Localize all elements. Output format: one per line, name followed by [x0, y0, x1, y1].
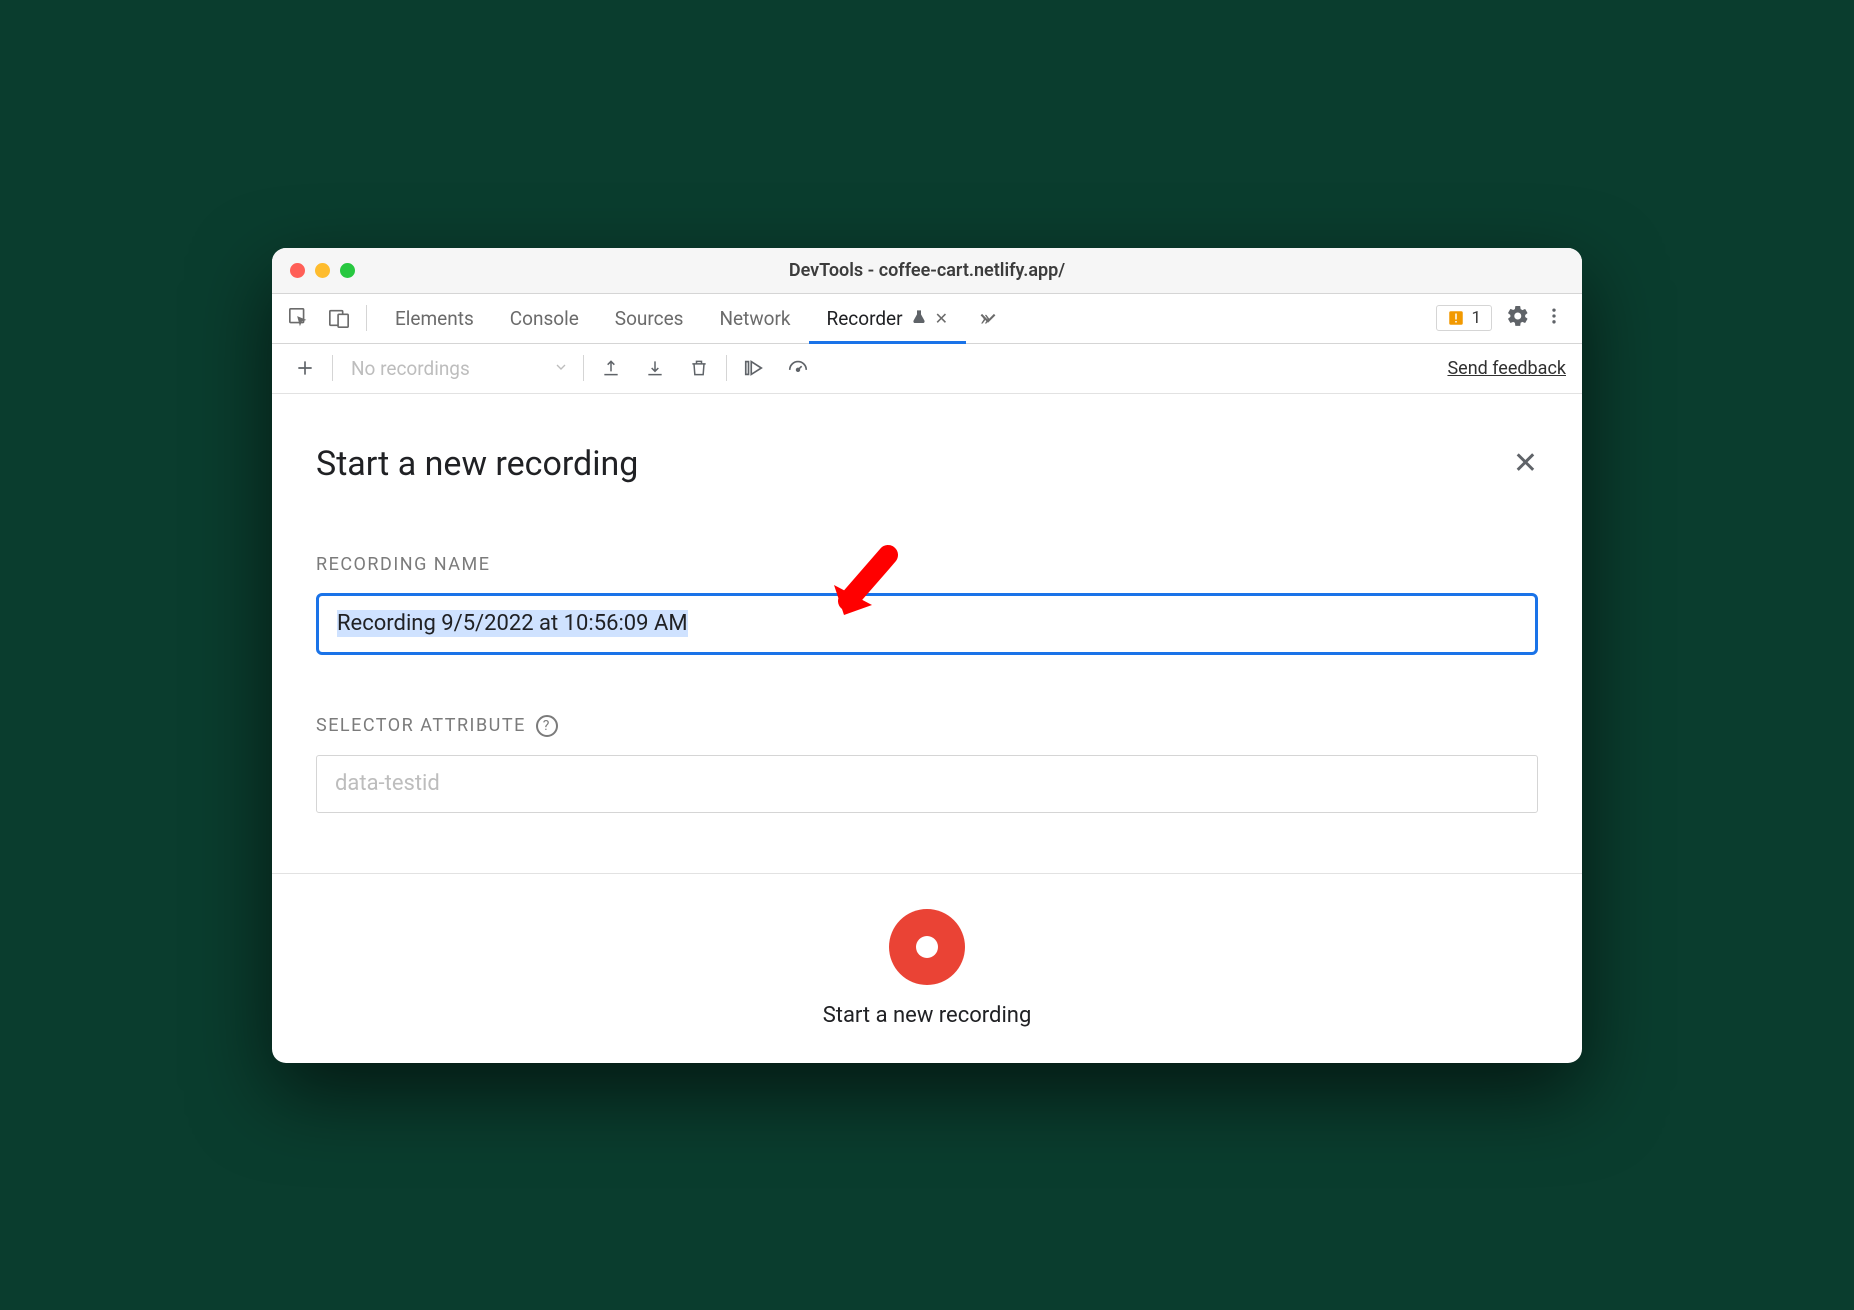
- replay-speed-icon[interactable]: [781, 351, 815, 385]
- minimize-window-button[interactable]: [315, 263, 330, 278]
- chevron-down-icon: [553, 357, 569, 380]
- import-icon[interactable]: [638, 351, 672, 385]
- recording-name-label: RECORDING NAME: [316, 554, 1538, 575]
- recordings-dropdown[interactable]: No recordings: [343, 357, 573, 380]
- tab-console[interactable]: Console: [492, 294, 597, 343]
- tab-elements[interactable]: Elements: [377, 294, 492, 343]
- add-recording-icon[interactable]: [288, 351, 322, 385]
- delete-icon[interactable]: [682, 351, 716, 385]
- divider: [726, 355, 727, 381]
- close-panel-icon[interactable]: ✕: [1513, 446, 1538, 481]
- close-window-button[interactable]: [290, 263, 305, 278]
- device-toolbar-icon[interactable]: [322, 301, 356, 335]
- start-recording-button[interactable]: [889, 909, 965, 985]
- help-icon[interactable]: ?: [536, 715, 558, 737]
- replay-icon[interactable]: [737, 351, 771, 385]
- tab-network[interactable]: Network: [701, 294, 808, 343]
- kebab-menu-icon[interactable]: [1544, 306, 1564, 330]
- tabs-overflow-icon[interactable]: »: [966, 294, 1002, 343]
- tab-recorder-label: Recorder: [827, 307, 903, 330]
- page-title: Start a new recording: [316, 444, 638, 484]
- recording-name-field: RECORDING NAME Recording 9/5/2022 at 10:…: [316, 554, 1538, 655]
- titlebar: DevTools - coffee-cart.netlify.app/: [272, 248, 1582, 294]
- recording-name-input[interactable]: Recording 9/5/2022 at 10:56:09 AM: [316, 593, 1538, 655]
- export-icon[interactable]: [594, 351, 628, 385]
- maximize-window-button[interactable]: [340, 263, 355, 278]
- recorder-toolbar: No recordings Send feedback: [272, 344, 1582, 394]
- selector-attribute-input[interactable]: data-testid: [316, 755, 1538, 813]
- tabs-container: Elements Console Sources Network Recorde…: [377, 294, 1002, 343]
- selector-attribute-placeholder: data-testid: [335, 771, 440, 796]
- tab-sources[interactable]: Sources: [597, 294, 702, 343]
- divider: [366, 305, 367, 331]
- start-recording-footer: Start a new recording: [272, 873, 1582, 1063]
- divider: [583, 355, 584, 381]
- tab-recorder[interactable]: Recorder ✕: [809, 294, 966, 343]
- inspect-element-icon[interactable]: [282, 301, 316, 335]
- selector-attribute-field: SELECTOR ATTRIBUTE ? data-testid: [316, 715, 1538, 813]
- warnings-badge[interactable]: 1: [1436, 305, 1492, 331]
- devtools-window: DevTools - coffee-cart.netlify.app/ Elem…: [272, 248, 1582, 1063]
- record-icon: [916, 936, 938, 958]
- recording-name-value: Recording 9/5/2022 at 10:56:09 AM: [337, 610, 688, 637]
- send-feedback-link[interactable]: Send feedback: [1447, 358, 1566, 379]
- recorder-panel: Start a new recording ✕ RECORDING NAME R…: [272, 394, 1582, 813]
- close-tab-icon[interactable]: ✕: [935, 309, 948, 328]
- traffic-lights: [272, 263, 355, 278]
- start-recording-label: Start a new recording: [823, 1003, 1032, 1028]
- tabbar: Elements Console Sources Network Recorde…: [272, 294, 1582, 344]
- flask-icon: [911, 307, 927, 330]
- selector-attribute-label: SELECTOR ATTRIBUTE: [316, 715, 526, 736]
- divider: [332, 355, 333, 381]
- recordings-dropdown-label: No recordings: [351, 357, 470, 380]
- window-title: DevTools - coffee-cart.netlify.app/: [272, 260, 1582, 281]
- warnings-count: 1: [1471, 308, 1481, 328]
- settings-icon[interactable]: [1506, 304, 1530, 332]
